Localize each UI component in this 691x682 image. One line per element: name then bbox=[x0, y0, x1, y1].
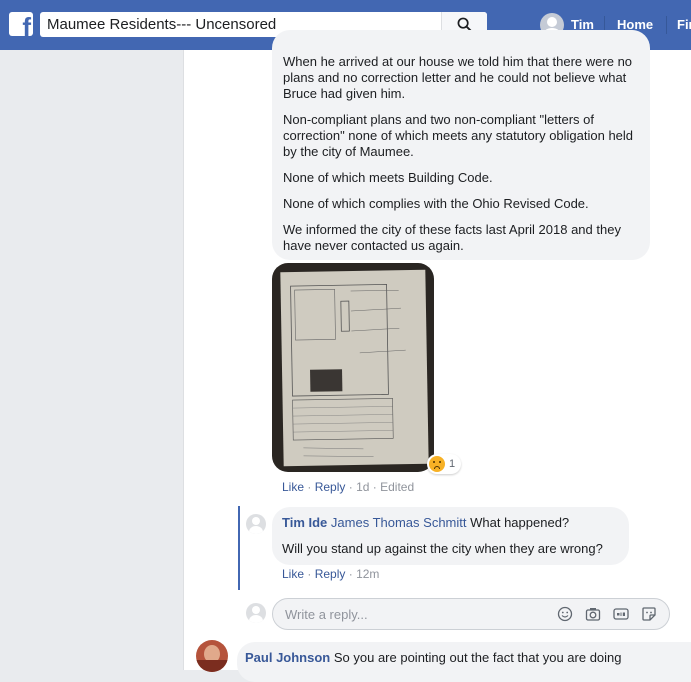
comment-paragraph: None of which meets Building Code. bbox=[283, 170, 493, 185]
facebook-logo-icon[interactable]: f bbox=[9, 12, 33, 36]
reply-bubble: Tim Ide James Thomas Schmitt What happen… bbox=[272, 507, 629, 565]
comment-timestamp[interactable]: 1d bbox=[356, 480, 369, 494]
comment-text: So you are pointing out the fact that yo… bbox=[333, 650, 622, 665]
mention-link[interactable]: James Thomas Schmitt bbox=[331, 515, 467, 530]
comment-paragraph: We informed the city of these facts last… bbox=[283, 222, 621, 253]
plan-drawing bbox=[290, 284, 406, 457]
left-column bbox=[0, 50, 184, 670]
comment-paragraph: When he arrived at our house we told him… bbox=[283, 54, 633, 101]
building-plan-document bbox=[280, 269, 429, 467]
camera-icon[interactable] bbox=[585, 606, 601, 622]
reply-link[interactable]: Reply bbox=[315, 480, 346, 494]
avatar bbox=[246, 603, 266, 623]
sticker-icon[interactable] bbox=[641, 606, 657, 622]
reaction-count: 1 bbox=[449, 458, 456, 470]
avatar[interactable] bbox=[246, 514, 266, 534]
comment-paragraph: Non-compliant plans and two non-complian… bbox=[283, 112, 634, 159]
comment-bubble: When he arrived at our house we told him… bbox=[272, 30, 650, 260]
reply-link[interactable]: Reply bbox=[315, 567, 346, 581]
sad-reaction-icon bbox=[429, 456, 445, 472]
separator: · bbox=[348, 567, 357, 581]
like-link[interactable]: Like bbox=[282, 480, 304, 494]
nav-divider bbox=[666, 16, 667, 34]
thread-indicator-line bbox=[238, 506, 240, 590]
comment-paragraph: None of which complies with the Ohio Rev… bbox=[283, 196, 589, 211]
comment-line: Paul Johnson So you are pointing out the… bbox=[245, 650, 687, 666]
gif-icon[interactable] bbox=[613, 606, 629, 622]
reply-text: What happened? bbox=[470, 515, 570, 530]
comments-section: When he arrived at our house we told him… bbox=[184, 30, 691, 682]
edited-label[interactable]: Edited bbox=[380, 480, 414, 494]
separator: · bbox=[348, 480, 357, 494]
separator: · bbox=[307, 480, 315, 494]
like-link[interactable]: Like bbox=[282, 567, 304, 581]
comment-bubble: Paul Johnson So you are pointing out the… bbox=[237, 642, 691, 682]
reply-input[interactable] bbox=[285, 599, 535, 629]
attached-photo[interactable] bbox=[272, 263, 434, 472]
comment-actions: Like · Reply · 1d · Edited bbox=[282, 480, 414, 494]
reply-author[interactable]: Tim Ide bbox=[282, 515, 327, 530]
avatar[interactable] bbox=[196, 640, 228, 672]
find-friends-link[interactable]: Fin bbox=[677, 17, 691, 32]
emoji-icon[interactable] bbox=[557, 606, 573, 622]
reply-actions: Like · Reply · 12m bbox=[282, 567, 379, 581]
reply-line: Tim Ide James Thomas Schmitt What happen… bbox=[282, 515, 619, 531]
reply-timestamp[interactable]: 12m bbox=[356, 567, 379, 581]
reply-composer bbox=[272, 598, 670, 630]
reply-text: Will you stand up against the city when … bbox=[282, 541, 603, 556]
comment-author[interactable]: Paul Johnson bbox=[245, 650, 330, 665]
separator: · bbox=[307, 567, 315, 581]
reaction-count-badge[interactable]: 1 bbox=[427, 454, 462, 474]
